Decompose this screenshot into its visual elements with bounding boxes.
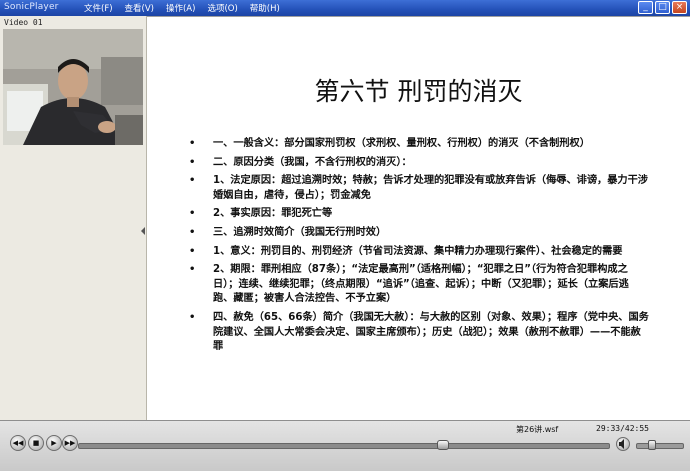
slide-view: 第六节 刑罚的消灭 一、一般含义：部分国家刑罚权（求刑权、量刑权、行刑权）的消灭… xyxy=(147,16,690,421)
menu-file[interactable]: 文件(F) xyxy=(84,2,113,14)
menu-action[interactable]: 操作(A) xyxy=(166,2,195,14)
forward-button[interactable]: ▶▶ xyxy=(62,435,78,451)
panel-splitter[interactable] xyxy=(140,216,146,246)
speaker-icon[interactable] xyxy=(616,437,630,451)
menu-bar: 文件(F) 查看(V) 操作(A) 选项(O) 帮助(H) xyxy=(84,2,280,14)
slide-bullet: 2、事实原因：罪犯死亡等 xyxy=(189,207,649,222)
rewind-button[interactable]: ◀◀ xyxy=(10,435,26,451)
slide-bullet: 三、追溯时效简介（我国无行刑时效） xyxy=(189,226,649,241)
slide-bullet: 1、法定原因：超过追溯时效；特赦；告诉才处理的犯罪没有或放弃告诉（侮辱、诽谤，暴… xyxy=(189,174,649,203)
video-label: Video 01 xyxy=(4,18,43,27)
slide-bullet: 2、期限：罪刑相应（87条）；“法定最高刑”（适格刑幅）；“犯罪之日”（行为符合… xyxy=(189,263,649,307)
maximize-button[interactable]: □ xyxy=(655,1,670,14)
current-file-name: 第26讲.wsf xyxy=(516,425,559,434)
close-button[interactable]: × xyxy=(672,1,687,14)
title-bar: SonicPlayer 文件(F) 查看(V) 操作(A) 选项(O) 帮助(H… xyxy=(0,0,690,16)
slide-bullet: 二、原因分类（我国，不含行刑权的消灭）： xyxy=(189,156,649,171)
minimize-button[interactable]: _ xyxy=(638,1,653,14)
slide-bullet: 1、意义：刑罚目的、刑罚经济（节省司法资源、集中精力办理现行案件）、社会稳定的需… xyxy=(189,245,649,260)
volume-thumb[interactable] xyxy=(648,440,657,450)
seek-bar[interactable] xyxy=(78,443,610,449)
menu-view[interactable]: 查看(V) xyxy=(125,2,154,14)
time-display: 29:33/42:55 xyxy=(596,424,649,433)
lecturer-video-image xyxy=(3,29,143,145)
menu-help[interactable]: 帮助(H) xyxy=(250,2,280,14)
video-thumbnail[interactable] xyxy=(3,29,143,145)
player-control-bar: 第26讲.wsf 29:33/42:55 ◀◀ ■ ▶ ▶▶ xyxy=(0,420,690,471)
stop-button[interactable]: ■ xyxy=(28,435,44,451)
slide-title: 第六节 刑罚的消灭 xyxy=(314,77,523,106)
menu-options[interactable]: 选项(O) xyxy=(207,2,237,14)
slide-bullet-list: 一、一般含义：部分国家刑罚权（求刑权、量刑权、行刑权）的消灭（不含制刑权） 二、… xyxy=(189,137,649,359)
play-button[interactable]: ▶ xyxy=(46,435,62,451)
slide-bullet: 四、赦免（65、66条）简介（我国无大赦）：与大赦的区别（对象、效果）；程序（党… xyxy=(189,311,649,355)
slide-bullet: 一、一般含义：部分国家刑罚权（求刑权、量刑权、行刑权）的消灭（不含制刑权） xyxy=(189,137,649,152)
window-controls: _ □ × xyxy=(638,1,687,14)
app-title: SonicPlayer xyxy=(4,2,59,12)
volume-slider[interactable] xyxy=(636,443,684,449)
seek-thumb[interactable] xyxy=(437,440,450,450)
video-panel: Video 01 xyxy=(0,16,147,420)
